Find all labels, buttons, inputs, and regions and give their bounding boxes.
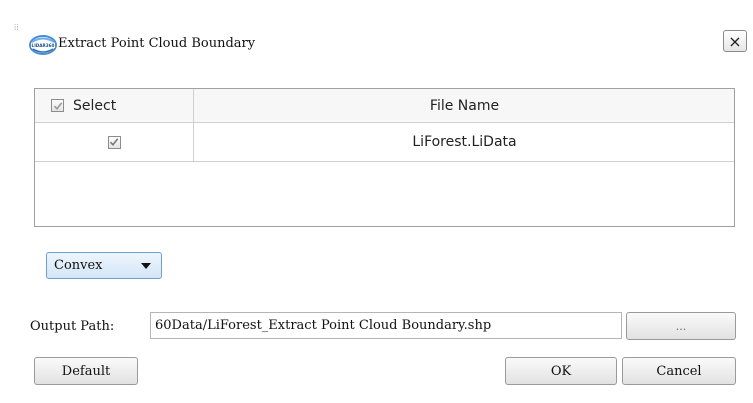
close-button[interactable]: × bbox=[723, 30, 747, 52]
table-row[interactable]: LiForest.LiData bbox=[35, 123, 734, 162]
ok-button[interactable]: OK bbox=[505, 357, 617, 385]
checkmark-icon bbox=[53, 101, 62, 110]
file-table: Select File Name LiForest.LiData bbox=[34, 88, 735, 227]
default-button[interactable]: Default bbox=[34, 357, 138, 385]
header-select: Select bbox=[35, 89, 194, 122]
select-all-checkbox[interactable] bbox=[51, 99, 64, 112]
extract-boundary-dialog: ⁞⁞ LIDAR360 Extract Point Cloud Boundary… bbox=[0, 0, 753, 403]
hull-type-dropdown[interactable]: Convex bbox=[46, 252, 162, 279]
drag-grip-icon[interactable]: ⁞⁞ bbox=[14, 24, 22, 38]
header-file-name: File Name bbox=[429, 97, 500, 114]
checkmark-icon bbox=[109, 138, 119, 147]
cancel-button[interactable]: Cancel bbox=[622, 357, 736, 385]
output-path-input[interactable] bbox=[150, 312, 622, 339]
dialog-title: Extract Point Cloud Boundary bbox=[58, 36, 256, 51]
output-path-label: Output Path: bbox=[30, 319, 115, 334]
app-logo-icon: LIDAR360 bbox=[29, 35, 57, 55]
table-header: Select File Name bbox=[35, 89, 734, 123]
svg-text:LIDAR360: LIDAR360 bbox=[32, 43, 55, 48]
row-select-cell bbox=[35, 123, 194, 161]
browse-button[interactable]: ... bbox=[626, 312, 736, 340]
dropdown-arrow-icon bbox=[141, 263, 151, 269]
hull-type-value: Convex bbox=[54, 258, 103, 273]
row-checkbox[interactable] bbox=[107, 135, 121, 149]
header-select-label: Select bbox=[73, 97, 117, 114]
row-file-name: LiForest.LiData bbox=[412, 134, 517, 150]
